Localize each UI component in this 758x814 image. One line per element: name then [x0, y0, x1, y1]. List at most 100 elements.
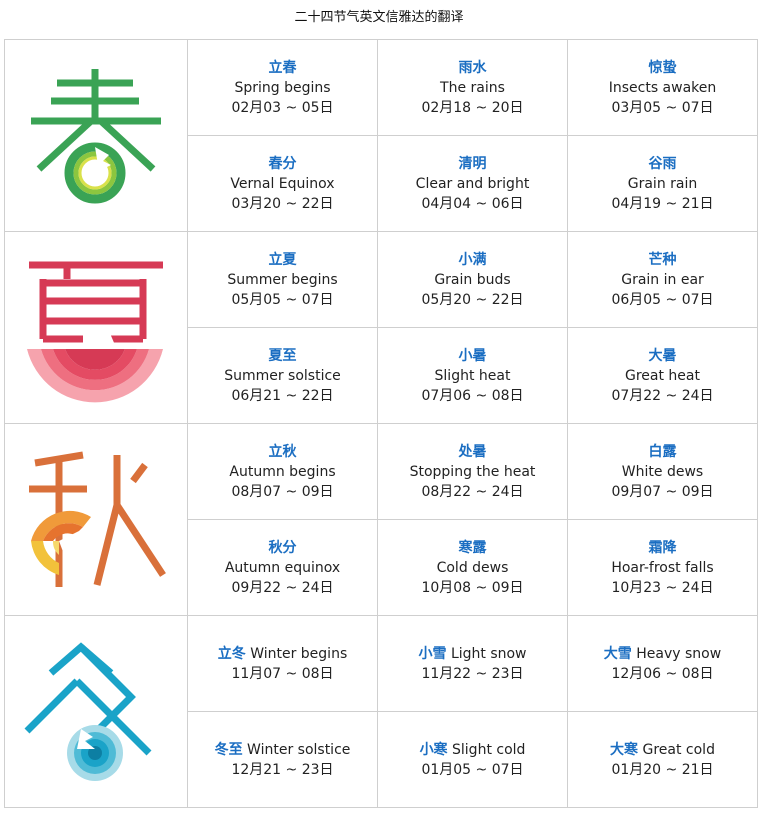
- term-english: Clear and bright: [415, 175, 530, 192]
- term-english: Summer begins: [227, 271, 338, 288]
- term-name: 小满: [458, 251, 487, 268]
- term-english: Grain in ear: [621, 271, 704, 288]
- term-cell: 处暑 Stopping the heat 08月22 ~ 24日: [377, 423, 568, 520]
- term-name: 清明: [458, 155, 487, 172]
- term-cell: 惊蛰 Insects awaken 03月05 ~ 07日: [567, 39, 758, 136]
- term-date: 01月05 ~ 07日: [421, 761, 524, 778]
- term-date: 02月03 ~ 05日: [231, 99, 334, 116]
- solar-terms-table: 立春 Spring begins 02月03 ~ 05日 雨水 The rain…: [4, 39, 758, 808]
- term-date: 01月20 ~ 21日: [611, 761, 714, 778]
- autumn-glyph-cell: [4, 423, 188, 616]
- term-name: 大暑: [648, 347, 677, 364]
- term-name: 白露: [648, 443, 677, 460]
- term-english: Insects awaken: [608, 79, 717, 96]
- term-english: Autumn equinox: [224, 559, 341, 576]
- term-cell: 清明 Clear and bright 04月04 ~ 06日: [377, 135, 568, 232]
- term-date: 10月23 ~ 24日: [611, 579, 714, 596]
- term-english: Stopping the heat: [409, 463, 536, 480]
- term-cell: 夏至 Summer solstice 06月21 ~ 22日: [187, 327, 378, 424]
- term-cell: 立春 Spring begins 02月03 ~ 05日: [187, 39, 378, 136]
- term-title-line: 小雪 Light snow: [378, 644, 567, 664]
- term-date: 07月06 ~ 08日: [421, 387, 524, 404]
- term-date: 02月18 ~ 20日: [421, 99, 524, 116]
- term-date: 06月21 ~ 22日: [231, 387, 334, 404]
- term-cell: 大寒 Great cold 01月20 ~ 21日: [567, 711, 758, 808]
- term-cell: 小雪 Light snow 11月22 ~ 23日: [377, 615, 568, 712]
- term-date: 11月07 ~ 08日: [231, 665, 334, 682]
- term-name: 立秋: [268, 443, 297, 460]
- term-name: 谷雨: [648, 155, 677, 172]
- table-row: 立春 Spring begins 02月03 ~ 05日 雨水 The rain…: [4, 39, 758, 232]
- term-english: Spring begins: [234, 79, 331, 96]
- term-title-line: 冬至 Winter solstice: [188, 740, 377, 760]
- term-cell: 寒露 Cold dews 10月08 ~ 09日: [377, 519, 568, 616]
- term-name: 芒种: [648, 251, 677, 268]
- term-date: 11月22 ~ 23日: [421, 665, 524, 682]
- summer-glyph-cell: [4, 231, 188, 424]
- term-name: 大寒: [610, 741, 639, 758]
- term-cell: 小暑 Slight heat 07月06 ~ 08日: [377, 327, 568, 424]
- term-english: Grain buds: [434, 271, 511, 288]
- term-date: 12月06 ~ 08日: [611, 665, 714, 682]
- term-cell: 芒种 Grain in ear 06月05 ~ 07日: [567, 231, 758, 328]
- term-cell: 立夏 Summer begins 05月05 ~ 07日: [187, 231, 378, 328]
- term-name: 春分: [268, 155, 297, 172]
- term-english: Hoar-frost falls: [611, 559, 714, 576]
- table-row: 立夏 Summer begins 05月05 ~ 07日 小满 Grain bu…: [4, 231, 758, 424]
- term-name: 立夏: [268, 251, 297, 268]
- term-english: Heavy snow: [636, 645, 722, 662]
- term-name: 立春: [268, 59, 297, 76]
- term-name: 立冬: [217, 645, 246, 662]
- term-date: 05月20 ~ 22日: [421, 291, 524, 308]
- term-name: 雨水: [458, 59, 487, 76]
- autumn-glyph-icon: [29, 451, 166, 587]
- term-english: The rains: [440, 79, 505, 96]
- term-english: Great cold: [642, 741, 715, 758]
- term-name: 处暑: [458, 443, 487, 460]
- term-cell: 冬至 Winter solstice 12月21 ~ 23日: [187, 711, 378, 808]
- term-name: 小雪: [418, 645, 447, 662]
- term-name: 惊蛰: [648, 59, 677, 76]
- term-cell: 大雪 Heavy snow 12月06 ~ 08日: [567, 615, 758, 712]
- term-date: 08月22 ~ 24日: [421, 483, 524, 500]
- term-name: 冬至: [214, 741, 243, 758]
- term-name: 夏至: [268, 347, 297, 364]
- term-cell: 小满 Grain buds 05月20 ~ 22日: [377, 231, 568, 328]
- term-cell: 雨水 The rains 02月18 ~ 20日: [377, 39, 568, 136]
- term-name: 大雪: [603, 645, 632, 662]
- term-english: Autumn begins: [229, 463, 336, 480]
- term-cell: 立秋 Autumn begins 08月07 ~ 09日: [187, 423, 378, 520]
- term-date: 07月22 ~ 24日: [611, 387, 714, 404]
- term-english: Great heat: [625, 367, 700, 384]
- term-english: Grain rain: [627, 175, 698, 192]
- table-row: 立秋 Autumn begins 08月07 ~ 09日 处暑 Stopping…: [4, 423, 758, 616]
- term-english: Summer solstice: [224, 367, 341, 384]
- term-cell: 小寒 Slight cold 01月05 ~ 07日: [377, 711, 568, 808]
- term-title-line: 大雪 Heavy snow: [568, 644, 757, 664]
- term-name: 寒露: [458, 539, 487, 556]
- term-cell: 秋分 Autumn equinox 09月22 ~ 24日: [187, 519, 378, 616]
- term-cell: 春分 Vernal Equinox 03月20 ~ 22日: [187, 135, 378, 232]
- term-english: Slight cold: [452, 741, 526, 758]
- term-date: 10月08 ~ 09日: [421, 579, 524, 596]
- term-date: 09月22 ~ 24日: [231, 579, 334, 596]
- term-date: 04月19 ~ 21日: [611, 195, 714, 212]
- term-date: 05月05 ~ 07日: [231, 291, 334, 308]
- term-date: 03月05 ~ 07日: [611, 99, 714, 116]
- spring-glyph-icon: [31, 68, 161, 203]
- term-name: 霜降: [648, 539, 677, 556]
- page-title: 二十四节气英文信雅达的翻译: [294, 10, 464, 25]
- term-english: Cold dews: [436, 559, 509, 576]
- term-name: 小寒: [419, 741, 448, 758]
- term-cell: 立冬 Winter begins 11月07 ~ 08日: [187, 615, 378, 712]
- term-english: Vernal Equinox: [230, 175, 335, 192]
- term-date: 08月07 ~ 09日: [231, 483, 334, 500]
- term-cell: 谷雨 Grain rain 04月19 ~ 21日: [567, 135, 758, 232]
- summer-glyph-icon: [27, 261, 163, 402]
- spring-glyph-cell: [4, 39, 188, 232]
- term-cell: 大暑 Great heat 07月22 ~ 24日: [567, 327, 758, 424]
- term-english: Winter begins: [250, 645, 348, 662]
- term-cell: 霜降 Hoar-frost falls 10月23 ~ 24日: [567, 519, 758, 616]
- term-date: 09月07 ~ 09日: [611, 483, 714, 500]
- term-title-line: 小寒 Slight cold: [378, 740, 567, 760]
